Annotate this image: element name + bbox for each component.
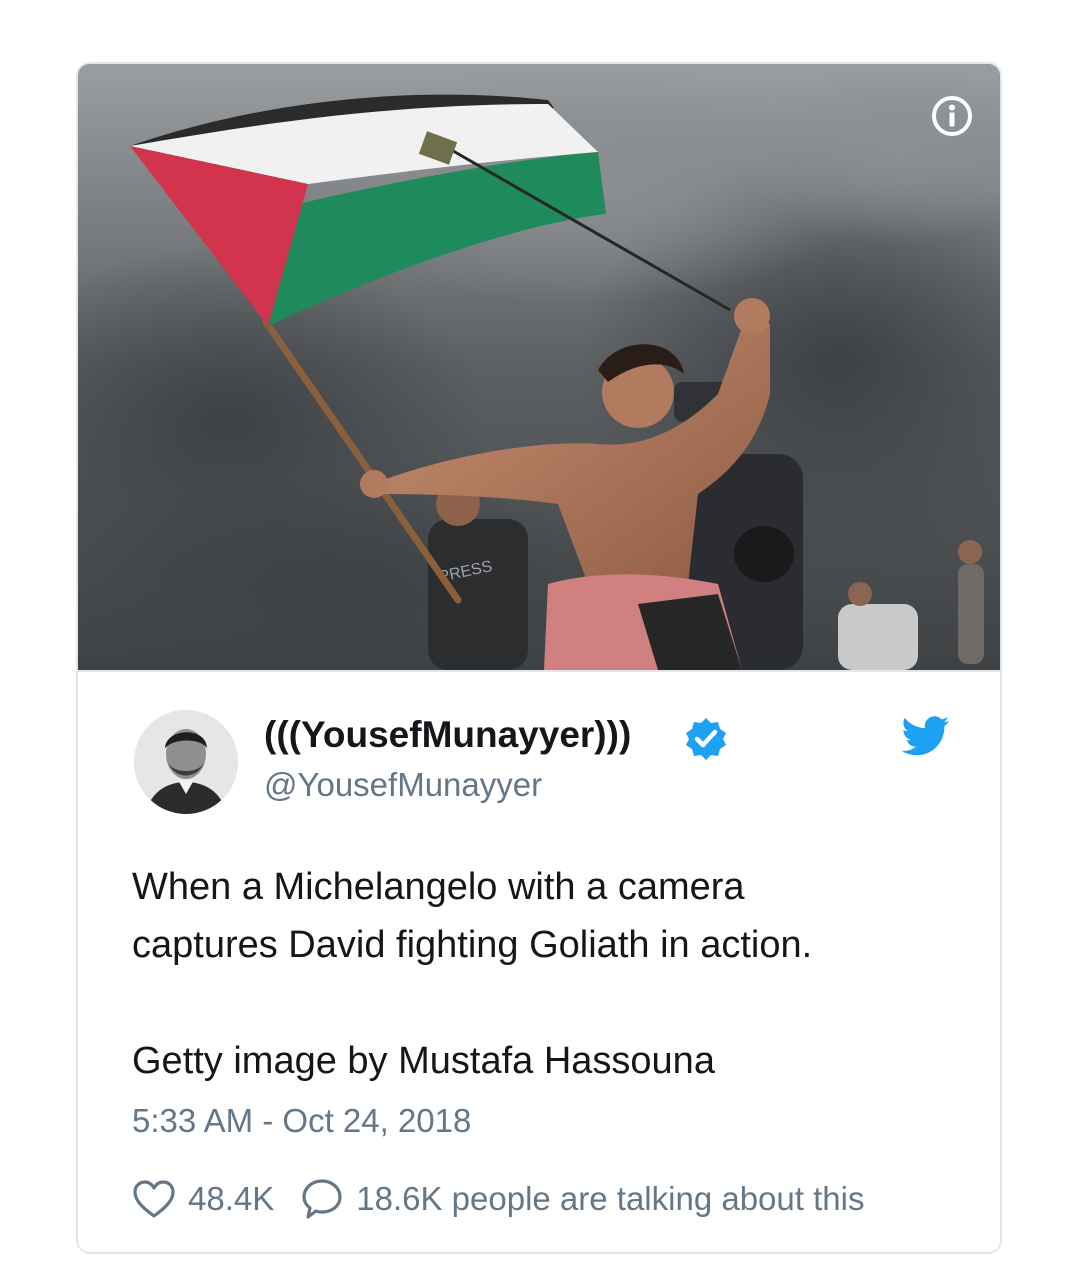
like-count: 48.4K — [188, 1180, 275, 1217]
talking-count-text: 18.6K people are talking about this — [356, 1180, 865, 1217]
tweet-text-line: captures David fighting Goliath in actio… — [132, 924, 813, 966]
tweet-text-line: When a Michelangelo with a camera — [132, 866, 745, 908]
photo-illustration: PRESS — [78, 64, 1000, 670]
speech-bubble-icon — [302, 1179, 342, 1219]
tweet-actions: 48.4K 18.6K people are talking about thi… — [132, 1174, 864, 1224]
tweet-text: When a Michelangelo with a camera captur… — [132, 858, 962, 1090]
avatar[interactable] — [134, 710, 238, 814]
user-handle[interactable]: @YousefMunayyer — [264, 766, 542, 804]
talking-link[interactable]: 18.6K people are talking about this — [300, 1178, 864, 1220]
avatar-portrait — [134, 710, 238, 814]
display-name[interactable]: (((YousefMunayyer))) — [264, 714, 631, 756]
heart-icon — [133, 1180, 175, 1218]
photo-divider — [78, 670, 1000, 672]
tweet-embed-card[interactable]: PRESS (((YousefMunayyer))) @YousefMunayy… — [76, 62, 1002, 1254]
tweet-timestamp[interactable]: 5:33 AM - Oct 24, 2018 — [132, 1102, 471, 1140]
tweet-photo[interactable]: PRESS — [78, 64, 1000, 670]
twitter-bird-icon[interactable] — [902, 716, 950, 756]
tweet-text-line: Getty image by Mustafa Hassouna — [132, 1040, 715, 1082]
like-button[interactable]: 48.4K — [132, 1179, 300, 1219]
info-icon[interactable] — [930, 94, 974, 138]
verified-badge-icon — [686, 718, 726, 760]
